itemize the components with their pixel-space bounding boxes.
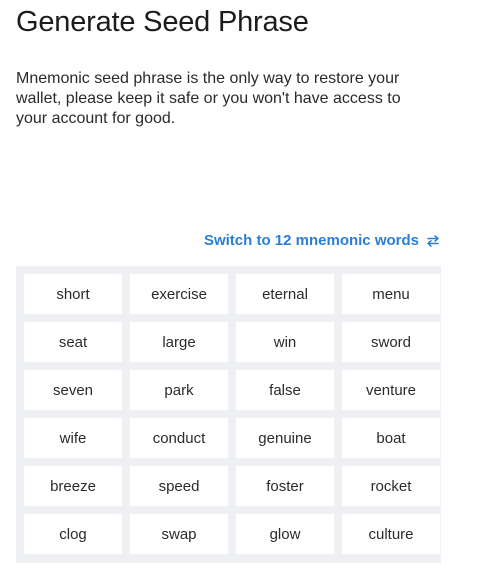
seed-word-cell: foster bbox=[236, 466, 334, 506]
switch-mnemonic-length-label: Switch to 12 mnemonic words bbox=[203, 232, 419, 249]
seed-word-cell: win bbox=[236, 322, 334, 362]
seed-word-cell: clog bbox=[24, 514, 122, 554]
seed-word-cell: glow bbox=[236, 514, 334, 554]
seed-word-cell: exercise bbox=[130, 274, 228, 314]
seed-word-cell: short bbox=[24, 274, 122, 314]
seed-word-cell: conduct bbox=[130, 418, 228, 458]
seed-word-cell: menu bbox=[342, 274, 440, 314]
seed-word-cell: seat bbox=[24, 322, 122, 362]
seed-word-cell: venture bbox=[342, 370, 440, 410]
seed-phrase-description: Mnemonic seed phrase is the only way to … bbox=[16, 70, 401, 127]
switch-mnemonic-length-link[interactable]: Switch to 12 mnemonic words bbox=[204, 232, 441, 249]
seed-word-cell: rocket bbox=[342, 466, 440, 506]
seed-word-cell: speed bbox=[130, 466, 228, 506]
seed-word-cell: boat bbox=[342, 418, 440, 458]
seed-word-cell: eternal bbox=[236, 274, 334, 314]
seed-word-cell: breeze bbox=[24, 466, 122, 506]
seed-word-cell: swap bbox=[130, 514, 228, 554]
seed-phrase-panel: short exercise eternal menu seat large win swor… bbox=[16, 266, 441, 563]
seed-word-cell: false bbox=[236, 370, 334, 410]
swap-arrows-icon bbox=[425, 233, 441, 249]
seed-word-cell: large bbox=[130, 322, 228, 362]
seed-word-cell: sword bbox=[342, 322, 440, 362]
page-title: Generate Seed Phrase bbox=[16, 6, 309, 38]
seed-word-cell: seven bbox=[24, 370, 122, 410]
seed-word-cell: culture bbox=[342, 514, 440, 554]
seed-word-cell: genuine bbox=[236, 418, 334, 458]
seed-word-cell: wife bbox=[24, 418, 122, 458]
seed-word-grid: short exercise eternal menu seat large win swor… bbox=[24, 274, 440, 554]
seed-word-cell: park bbox=[130, 370, 228, 410]
